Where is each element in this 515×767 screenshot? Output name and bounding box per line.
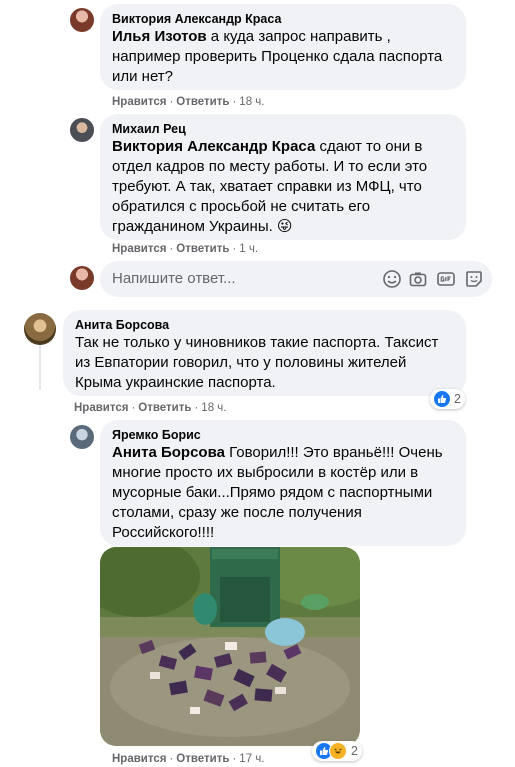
avatar[interactable] xyxy=(24,313,56,345)
comment-author[interactable]: Виктория Александр Краса xyxy=(112,11,454,27)
sticker-icon[interactable] xyxy=(464,269,484,289)
avatar[interactable] xyxy=(70,118,94,142)
current-user-avatar xyxy=(70,266,94,290)
comment-text: Анита Борсова Говорил!!! Это враньё!!! О… xyxy=(112,443,454,543)
reaction-number: 2 xyxy=(351,744,358,758)
comment-author[interactable]: Анита Борсова xyxy=(75,317,454,333)
comment-text: Илья Изотов а куда запрос направить , на… xyxy=(112,27,454,87)
gif-icon[interactable] xyxy=(436,269,456,289)
timestamp[interactable]: 1 ч. xyxy=(239,243,258,255)
camera-icon[interactable] xyxy=(408,269,428,289)
reaction-count[interactable]: 2 xyxy=(430,389,465,409)
comment-photo[interactable] xyxy=(100,547,360,746)
comment-text: Виктория Александр Краса сдают то они в … xyxy=(112,137,454,237)
like-link[interactable]: Нравится xyxy=(112,96,166,108)
reply-input[interactable] xyxy=(112,270,362,287)
mention-link[interactable]: Илья Изотов xyxy=(112,28,207,45)
comment-actions: Нравится · Ответить · 17 ч. xyxy=(112,753,265,765)
like-link[interactable]: Нравится xyxy=(112,243,166,255)
timestamp[interactable]: 18 ч. xyxy=(201,402,226,414)
reply-link[interactable]: Ответить xyxy=(176,243,229,255)
haha-reaction-icon xyxy=(329,742,347,760)
reaction-number: 2 xyxy=(454,392,461,406)
avatar[interactable] xyxy=(70,8,94,32)
comment-actions: Нравится · Ответить · 18 ч. xyxy=(74,402,227,414)
comment-author[interactable]: Яремко Борис xyxy=(112,427,454,443)
comment-bubble: Виктория Александр Краса Илья Изотов а к… xyxy=(100,4,466,90)
comment-text: Так не только у чиновников такие паспорт… xyxy=(75,334,439,391)
comment-author[interactable]: Михаил Рец xyxy=(112,121,454,137)
comment-bubble: Михаил Рец Виктория Александр Краса сдаю… xyxy=(100,114,466,240)
reply-link[interactable]: Ответить xyxy=(138,402,191,414)
mention-link[interactable]: Виктория Александр Краса xyxy=(112,138,315,155)
timestamp[interactable]: 18 ч. xyxy=(239,96,264,108)
like-link[interactable]: Нравится xyxy=(112,753,166,765)
avatar[interactable] xyxy=(70,425,94,449)
like-reaction-icon xyxy=(434,391,450,407)
comment-actions: Нравится · Ответить · 1 ч. xyxy=(112,243,259,255)
comment-actions: Нравится · Ответить · 18 ч. xyxy=(112,96,265,108)
comment-bubble: Яремко Борис Анита Борсова Говорил!!! Эт… xyxy=(100,420,466,546)
reply-box[interactable] xyxy=(100,261,492,297)
reaction-count[interactable]: 2 xyxy=(312,741,362,761)
reply-link[interactable]: Ответить xyxy=(176,753,229,765)
mention-link[interactable]: Анита Борсова xyxy=(112,444,225,461)
like-link[interactable]: Нравится xyxy=(74,402,128,414)
emoji-icon[interactable] xyxy=(382,269,402,289)
timestamp[interactable]: 17 ч. xyxy=(239,753,264,765)
comment-bubble: Анита Борсова Так не только у чиновников… xyxy=(63,310,466,396)
reply-link[interactable]: Ответить xyxy=(176,96,229,108)
